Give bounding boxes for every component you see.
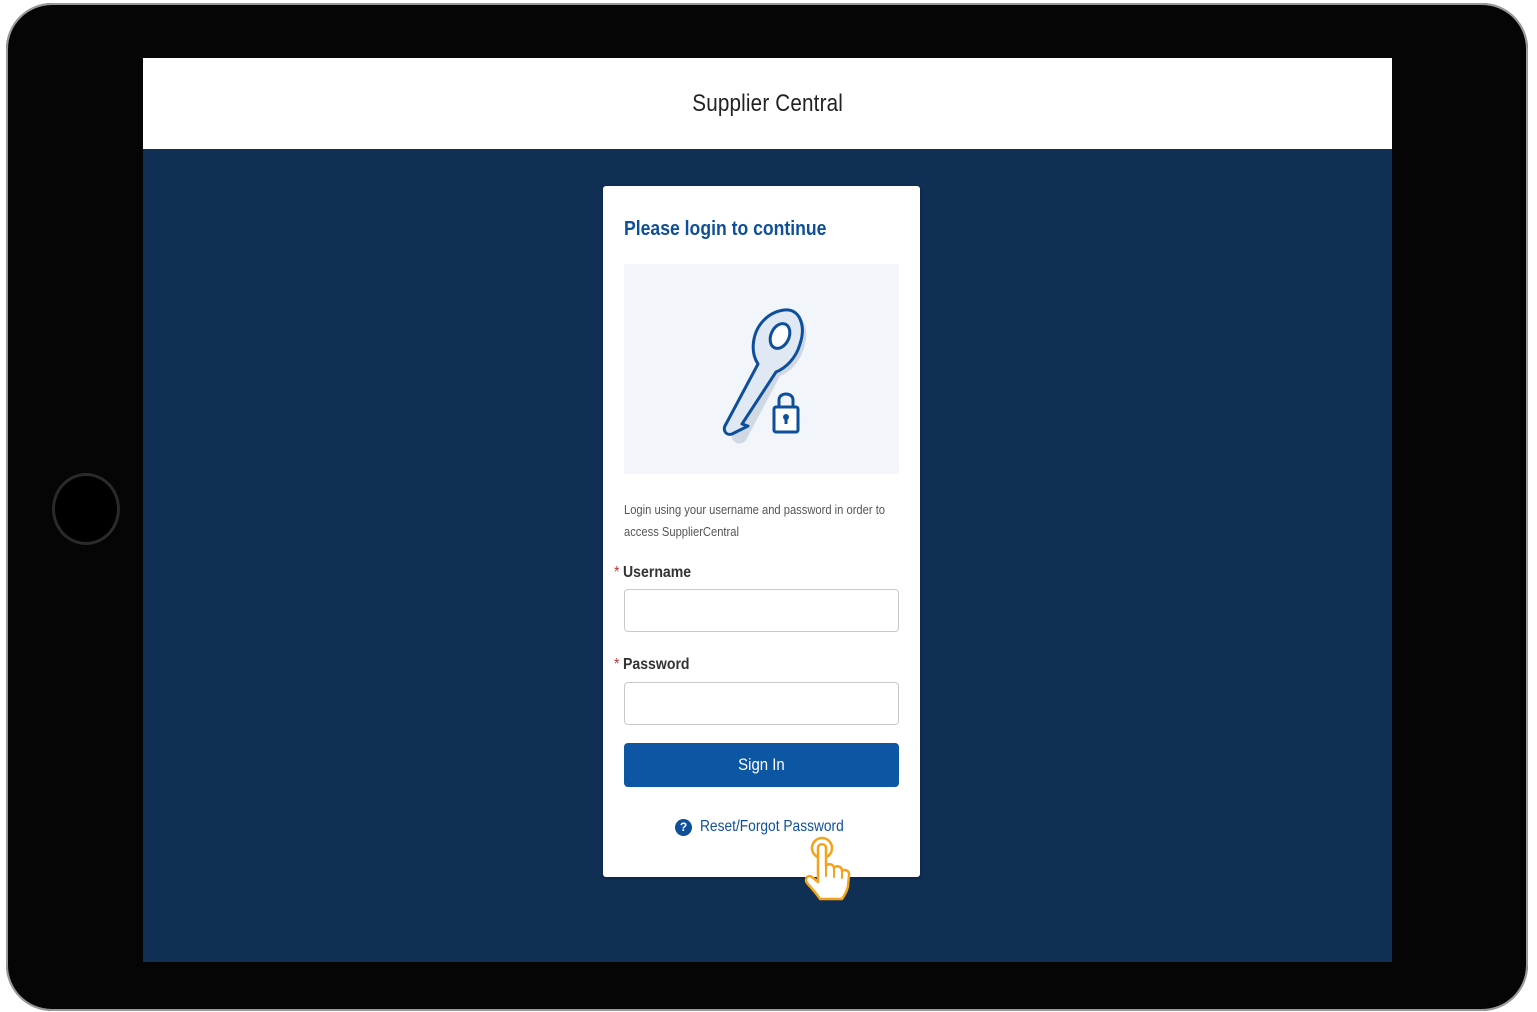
password-label-text: Password	[623, 656, 690, 673]
header-bar: Supplier Central	[143, 58, 1392, 149]
required-mark: *	[614, 564, 620, 581]
username-input[interactable]	[624, 589, 899, 632]
reset-password-link[interactable]: ? Reset/Forgot Password	[675, 816, 867, 838]
app-screen: Supplier Central Please login to continu…	[143, 58, 1392, 962]
password-input[interactable]	[624, 682, 899, 725]
required-mark: *	[614, 656, 620, 673]
tablet-home-button[interactable]	[52, 473, 120, 545]
sign-in-label: Sign In	[738, 755, 785, 774]
username-label-text: Username	[623, 564, 692, 581]
login-heading: Please login to continue	[624, 218, 827, 240]
username-label: * Username	[614, 564, 691, 582]
login-instructions: Login using your username and password i…	[624, 502, 886, 539]
login-card: Please login to continue Login using you…	[603, 186, 920, 877]
sign-in-button[interactable]: Sign In	[624, 743, 899, 787]
password-label: * Password	[614, 656, 690, 674]
hand-pointer-icon	[804, 836, 851, 901]
question-circle-icon: ?	[675, 818, 692, 836]
app-title: Supplier Central	[692, 89, 843, 117]
login-illustration	[624, 264, 899, 474]
reset-password-label: Reset/Forgot Password	[700, 818, 844, 835]
key-lock-icon	[722, 308, 807, 444]
